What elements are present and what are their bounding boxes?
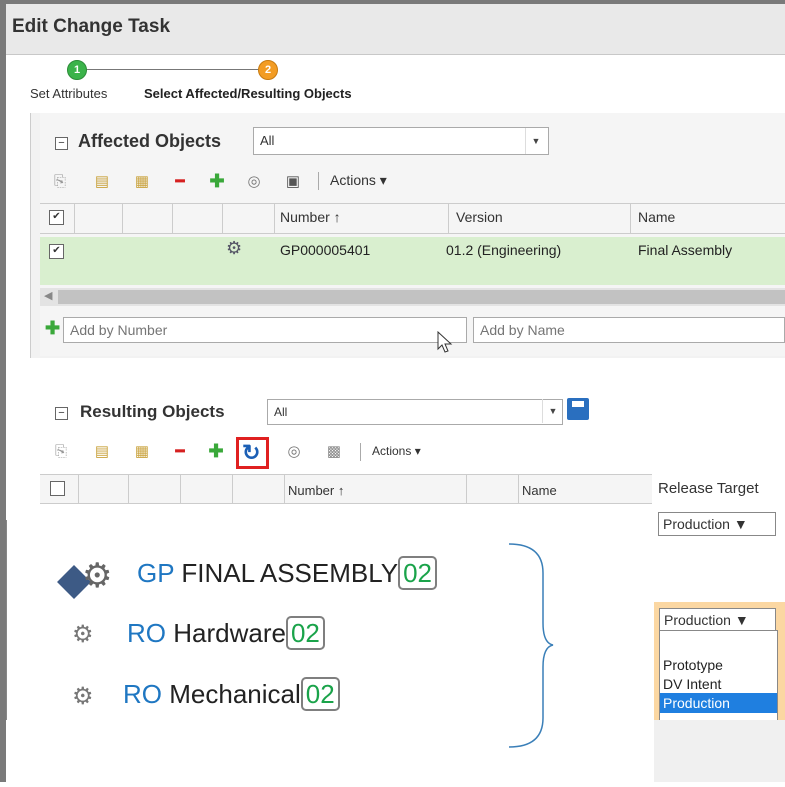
toolbar-divider xyxy=(360,443,361,461)
wizard-step-connector xyxy=(86,69,258,70)
edit-icon[interactable]: ▩ xyxy=(326,444,342,460)
view-icon[interactable]: ◎ xyxy=(286,444,302,460)
add-icon[interactable]: ✚ xyxy=(208,442,224,460)
item-name: Hardware xyxy=(173,618,286,648)
save-icon[interactable] xyxy=(567,398,589,420)
option-dv-intent[interactable]: DV Intent xyxy=(660,675,777,693)
column-name[interactable]: Name xyxy=(522,483,557,498)
wizard-step-1-label[interactable]: Set Attributes xyxy=(30,86,107,101)
add-row-icon[interactable]: ✚ xyxy=(45,318,60,339)
collapse-affected-icon[interactable]: − xyxy=(55,137,68,150)
column-version[interactable]: Version xyxy=(456,209,503,225)
paste-icon[interactable]: ▤ xyxy=(94,174,110,190)
revise-icon: ↻ xyxy=(242,440,261,465)
row-checkbox[interactable]: ✔ xyxy=(49,244,64,259)
release-dropdown-select[interactable]: Production ▼ xyxy=(659,608,776,632)
item-name: FINAL ASSEMBLY xyxy=(181,558,399,588)
affected-filter-select[interactable]: All xyxy=(253,127,549,155)
column-number[interactable]: Number ↑ xyxy=(280,209,341,225)
actions-label: Actions xyxy=(330,172,376,188)
toolbar-divider xyxy=(318,172,319,190)
release-target-select[interactable]: Production ▼ xyxy=(658,512,776,536)
revision-badge: 02 xyxy=(285,616,325,650)
actions-label: Actions xyxy=(372,444,412,458)
prefix-ro: RO xyxy=(127,618,166,648)
assembly-icon: ⚙ xyxy=(57,557,130,602)
item-name: Mechanical xyxy=(169,679,301,709)
revise-button[interactable]: ↻ xyxy=(236,437,269,469)
option-prototype[interactable]: Prototype xyxy=(660,655,777,675)
add-by-name-input[interactable] xyxy=(473,317,785,343)
wizard-area xyxy=(6,55,785,111)
resulting-filter-select[interactable]: All xyxy=(267,399,563,425)
part-gear-icon: ⚙ xyxy=(72,621,94,648)
remove-icon[interactable]: ━ xyxy=(172,174,188,190)
paste-icon[interactable]: ▤ xyxy=(94,444,110,460)
part-gear-icon: ⚙ xyxy=(72,683,94,710)
mouse-cursor-icon xyxy=(437,331,453,353)
collapse-resulting-icon[interactable]: − xyxy=(55,407,68,420)
resulting-actions-menu[interactable]: Actions ▾ xyxy=(372,444,421,458)
callout-item-hardware: RO Hardware 02 xyxy=(127,616,325,650)
wizard-step-2-label[interactable]: Select Affected/Resulting Objects xyxy=(144,86,352,101)
wizard-step-1-icon[interactable]: 1 xyxy=(67,60,87,80)
resulting-filter-value: All xyxy=(274,405,288,419)
revision-badge: 02 xyxy=(300,677,340,711)
window-title: Edit Change Task xyxy=(12,16,171,37)
affected-filter-value: All xyxy=(260,133,275,148)
copy-icon[interactable]: ⎘ xyxy=(53,444,69,460)
scrollbar-thumb[interactable] xyxy=(58,290,785,304)
column-release-target[interactable]: Release Target xyxy=(658,480,759,497)
resulting-objects-title: Resulting Objects xyxy=(80,402,225,421)
release-dropdown-list: Prototype DV Intent Production xyxy=(659,630,778,722)
curly-bracket xyxy=(508,543,554,748)
add-by-number-input[interactable] xyxy=(63,317,467,343)
option-production[interactable]: Production xyxy=(660,693,777,713)
remove-icon[interactable]: ━ xyxy=(172,444,188,460)
copy-icon[interactable]: ⎘ xyxy=(52,174,68,190)
affected-toolbar xyxy=(40,166,785,196)
add-icon[interactable]: ✚ xyxy=(209,172,225,190)
affected-actions-menu[interactable]: Actions ▾ xyxy=(330,172,387,189)
callout-item-mechanical: RO Mechanical 02 xyxy=(123,677,340,711)
select-all-checkbox[interactable]: ✔ xyxy=(49,210,64,225)
chevron-down-icon[interactable]: ▼ xyxy=(525,128,546,154)
scroll-left-icon[interactable]: ◀ xyxy=(44,289,52,302)
select-all-checkbox[interactable] xyxy=(50,481,65,496)
assembly-gear-icon: ⚙ xyxy=(226,238,243,258)
prefix-gp: GP xyxy=(137,558,175,588)
dropdown-background xyxy=(654,720,785,782)
callout-item-gp: GP FINAL ASSEMBLY 02 xyxy=(137,556,438,590)
row-number[interactable]: GP000005401 xyxy=(280,242,370,258)
paste-special-icon[interactable]: ▦ xyxy=(134,444,150,460)
view-icon[interactable]: ◎ xyxy=(246,174,262,190)
prefix-ro: RO xyxy=(123,679,162,709)
paste-special-icon[interactable]: ▦ xyxy=(134,174,150,190)
resulting-toolbar xyxy=(40,436,652,466)
wizard-step-2-icon[interactable]: 2 xyxy=(258,60,278,80)
row-version: 01.2 (Engineering) xyxy=(446,242,562,258)
affected-objects-title: Affected Objects xyxy=(78,131,222,151)
column-name[interactable]: Name xyxy=(638,209,675,225)
resulting-header-row xyxy=(40,474,652,504)
row-name: Final Assembly xyxy=(638,242,733,258)
info-icon[interactable]: ▣ xyxy=(285,174,301,190)
chevron-down-icon[interactable]: ▼ xyxy=(542,399,563,423)
revision-badge: 02 xyxy=(398,556,438,590)
column-number[interactable]: Number ↑ xyxy=(288,483,344,498)
